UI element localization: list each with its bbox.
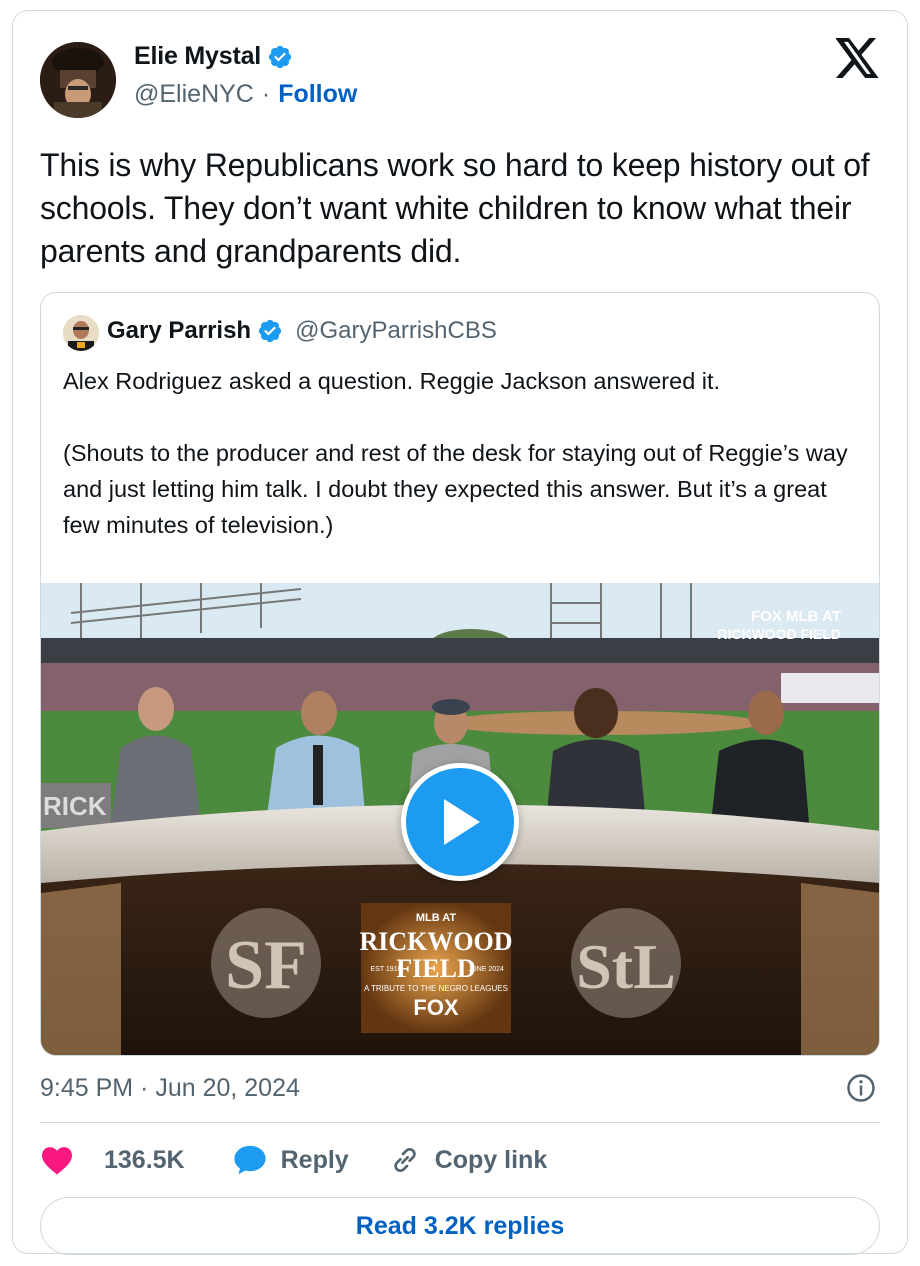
reply-label: Reply [280, 1145, 349, 1174]
desk-logo-est: EST 1910 [370, 966, 401, 973]
link-icon [394, 1147, 416, 1173]
divider [40, 1122, 880, 1123]
video-player[interactable]: FOX MLB AT RICKWOOD FIELD RICK SF StL ML… [41, 583, 879, 1055]
quote-text: Alex Rodriguez asked a question. Reggie … [63, 363, 863, 543]
desk-logo-top: MLB AT [416, 912, 457, 924]
tweet-timestamp[interactable]: 9:45 PM · Jun 20, 2024 [40, 1074, 300, 1103]
like-count: 136.5K [104, 1145, 185, 1174]
author-handle[interactable]: @ElieNYC [134, 80, 254, 109]
author-name-row: Elie Mystal [134, 42, 293, 71]
read-replies-button[interactable]: Read 3.2K replies [40, 1197, 880, 1255]
like-button[interactable]: 136.5K [40, 1145, 185, 1175]
desk-logo-main2: FIELD [396, 954, 475, 983]
quote-author-name: Gary Parrish [107, 317, 252, 344]
quote-paragraph: Alex Rodriguez asked a question. Reggie … [63, 368, 721, 394]
heart-icon [42, 1147, 72, 1175]
separator-dot: · [261, 80, 271, 108]
verified-badge-icon [258, 319, 282, 343]
quote-author-avatar [63, 315, 99, 351]
reply-bubble-icon [234, 1145, 266, 1175]
desk-logo-main1: RICKWOOD [359, 927, 512, 956]
x-logo-icon[interactable] [836, 38, 880, 78]
desk-logo-network: FOX [413, 995, 459, 1020]
info-icon[interactable] [846, 1073, 876, 1103]
quote-header: Gary Parrish @GaryParrishCBS [107, 317, 497, 345]
broadcast-bug-line2: RICKWOOD FIELD [717, 626, 841, 642]
left-sign: RICK [43, 791, 107, 821]
copy-link-button[interactable]: Copy link [389, 1144, 548, 1176]
reply-button[interactable]: Reply [233, 1144, 349, 1176]
desk-logo-date: JUNE 2024 [468, 966, 504, 973]
tweet-actions: 136.5K Reply Copy link [40, 1144, 547, 1176]
desk-logo-tribute: A TRIBUTE TO THE NEGRO LEAGUES [364, 984, 508, 993]
verified-badge-icon [268, 45, 292, 68]
author-name[interactable]: Elie Mystal [134, 42, 261, 71]
author-avatar[interactable] [40, 42, 116, 118]
play-icon [444, 799, 480, 845]
quote-author-handle: @GaryParrishCBS [295, 317, 497, 344]
author-handle-row: @ElieNYC · Follow [134, 80, 357, 109]
copy-link-label: Copy link [434, 1145, 548, 1174]
quoted-tweet[interactable]: Gary Parrish @GaryParrishCBS Alex Rodrig… [40, 292, 880, 1056]
broadcast-bug-line1: FOX MLB AT [751, 608, 841, 625]
follow-button[interactable]: Follow [278, 80, 357, 109]
svg-text:StL: StL [576, 931, 676, 1002]
svg-text:SF: SF [225, 927, 307, 1004]
play-button[interactable] [401, 763, 519, 881]
quote-paragraph: (Shouts to the producer and rest of the … [63, 440, 848, 538]
tweet-text: This is why Republicans work so hard to … [40, 147, 870, 269]
